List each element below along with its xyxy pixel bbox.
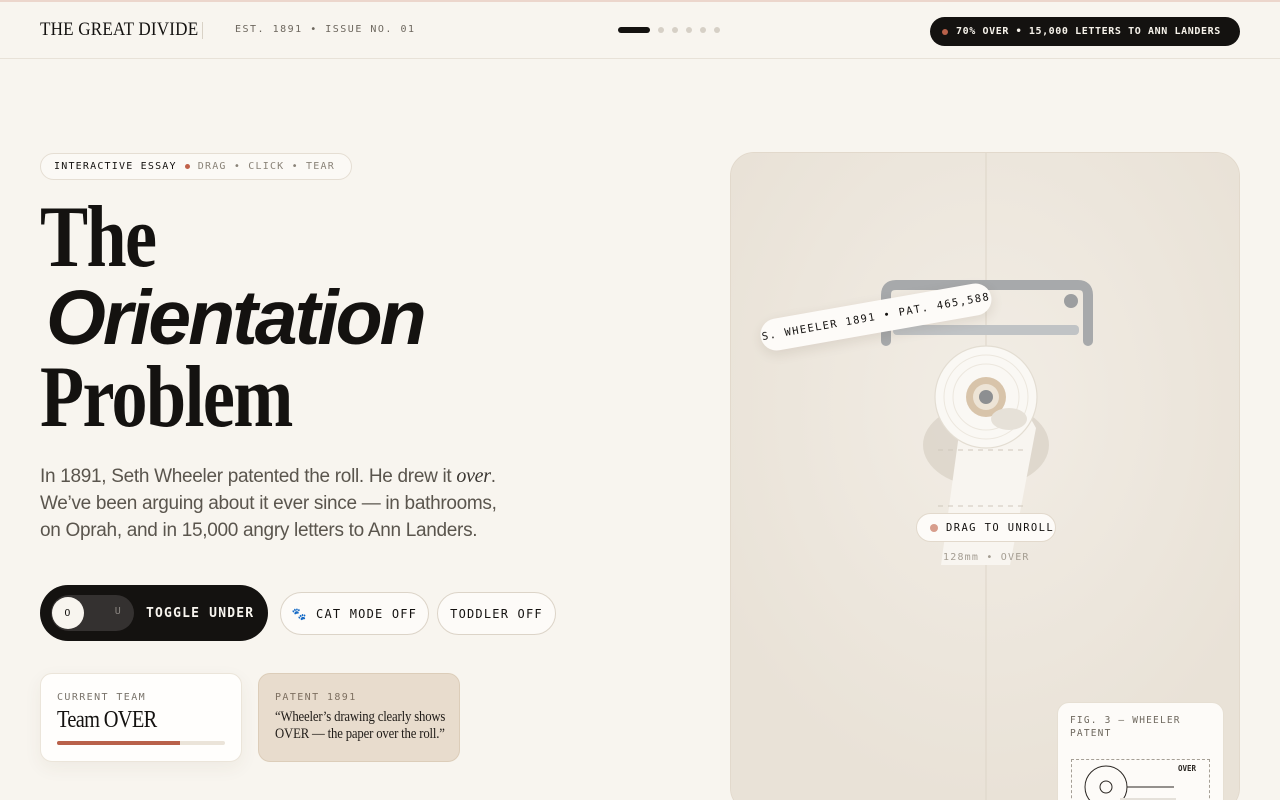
stat-badge: 70% OVER • 15,000 LETTERS TO ANN LANDERS (930, 17, 1240, 46)
lede-part-1: In 1891, Seth Wheeler patented the roll.… (40, 466, 457, 487)
bullet-icon (184, 164, 190, 169)
team-card-label: CURRENT TEAM (57, 692, 147, 703)
title-line-2: Orientation (46, 275, 427, 361)
drag-to-unroll-handle[interactable]: DRAG TO UNROLL (916, 513, 1056, 542)
patent-card: PATENT 1891 “Wheeler’s drawing clearly s… (258, 673, 460, 762)
toddler-label: TODDLER OFF (450, 606, 543, 621)
site-header: THE GREAT DIVIDE EST. 1891 • ISSUE NO. 0… (0, 2, 1280, 59)
figure-over-label: OVER (1178, 764, 1197, 773)
brand-logo[interactable]: THE GREAT DIVIDE (40, 19, 198, 41)
title-line-3: Problem (40, 349, 293, 446)
progress-dot-3[interactable] (672, 27, 678, 33)
toddler-button[interactable]: TODDLER OFF (437, 592, 556, 635)
progress-dot-6[interactable] (714, 27, 720, 33)
progress-dot-1[interactable] (618, 27, 650, 33)
progress-dot-4[interactable] (686, 27, 692, 33)
patent-card-label: PATENT 1891 (275, 692, 357, 703)
team-progress-bar (57, 741, 225, 745)
lede-emphasis: over (456, 465, 491, 487)
interactive-stage[interactable]: S. WHEELER 1891 • PAT. 465,588 DRAG TO U… (730, 152, 1240, 800)
eyebrow-sub: DRAG • CLICK • TEAR (197, 161, 335, 172)
eyebrow-main: INTERACTIVE ESSAY (54, 161, 177, 172)
progress-dot-5[interactable] (700, 27, 706, 33)
toggle-label: TOGGLE UNDER (146, 605, 255, 621)
cat-mode-button[interactable]: 🐾 CAT MODE OFF (280, 592, 429, 635)
cat-mode-label: CAT MODE OFF (316, 606, 418, 621)
progress-dots (618, 27, 720, 33)
paper-fold (991, 408, 1027, 430)
patent-figure-card: FIG. 3 — WHEELER PATENT OVER (1057, 702, 1224, 800)
team-value: Team OVER (57, 707, 157, 733)
patent-quote: “Wheeler’s drawing clearly shows OVER — … (275, 709, 446, 742)
paper-roll[interactable] (934, 345, 1038, 449)
page-title: The Orientation Problem (40, 189, 427, 446)
status-dot-icon (942, 28, 948, 35)
progress-dot-2[interactable] (658, 27, 664, 33)
drag-label: DRAG TO UNROLL (946, 521, 1055, 534)
toggle-under-button[interactable]: O U TOGGLE UNDER (40, 585, 268, 641)
figure-caption: FIG. 3 — WHEELER PATENT (1070, 715, 1181, 739)
switch-knob[interactable]: O (52, 597, 84, 629)
essay-eyebrow: INTERACTIVE ESSAY DRAG • CLICK • TEAR (40, 153, 352, 180)
header-divider (202, 22, 203, 39)
paper-length-readout: 128mm • OVER (943, 552, 1030, 563)
stat-text: 70% OVER • 15,000 LETTERS TO ANN LANDERS (956, 26, 1221, 37)
current-team-card: CURRENT TEAM Team OVER (40, 673, 242, 762)
title-line-1: The (40, 189, 157, 286)
orientation-switch[interactable]: O U (51, 595, 134, 631)
lede-paragraph: In 1891, Seth Wheeler patented the roll.… (40, 463, 520, 544)
paw-icon: 🐾 (291, 606, 309, 621)
edition-label: EST. 1891 • ISSUE NO. 01 (235, 24, 416, 35)
team-progress-fill (57, 741, 180, 745)
switch-alt-label: U (114, 606, 122, 617)
drag-dot-icon (930, 523, 938, 532)
